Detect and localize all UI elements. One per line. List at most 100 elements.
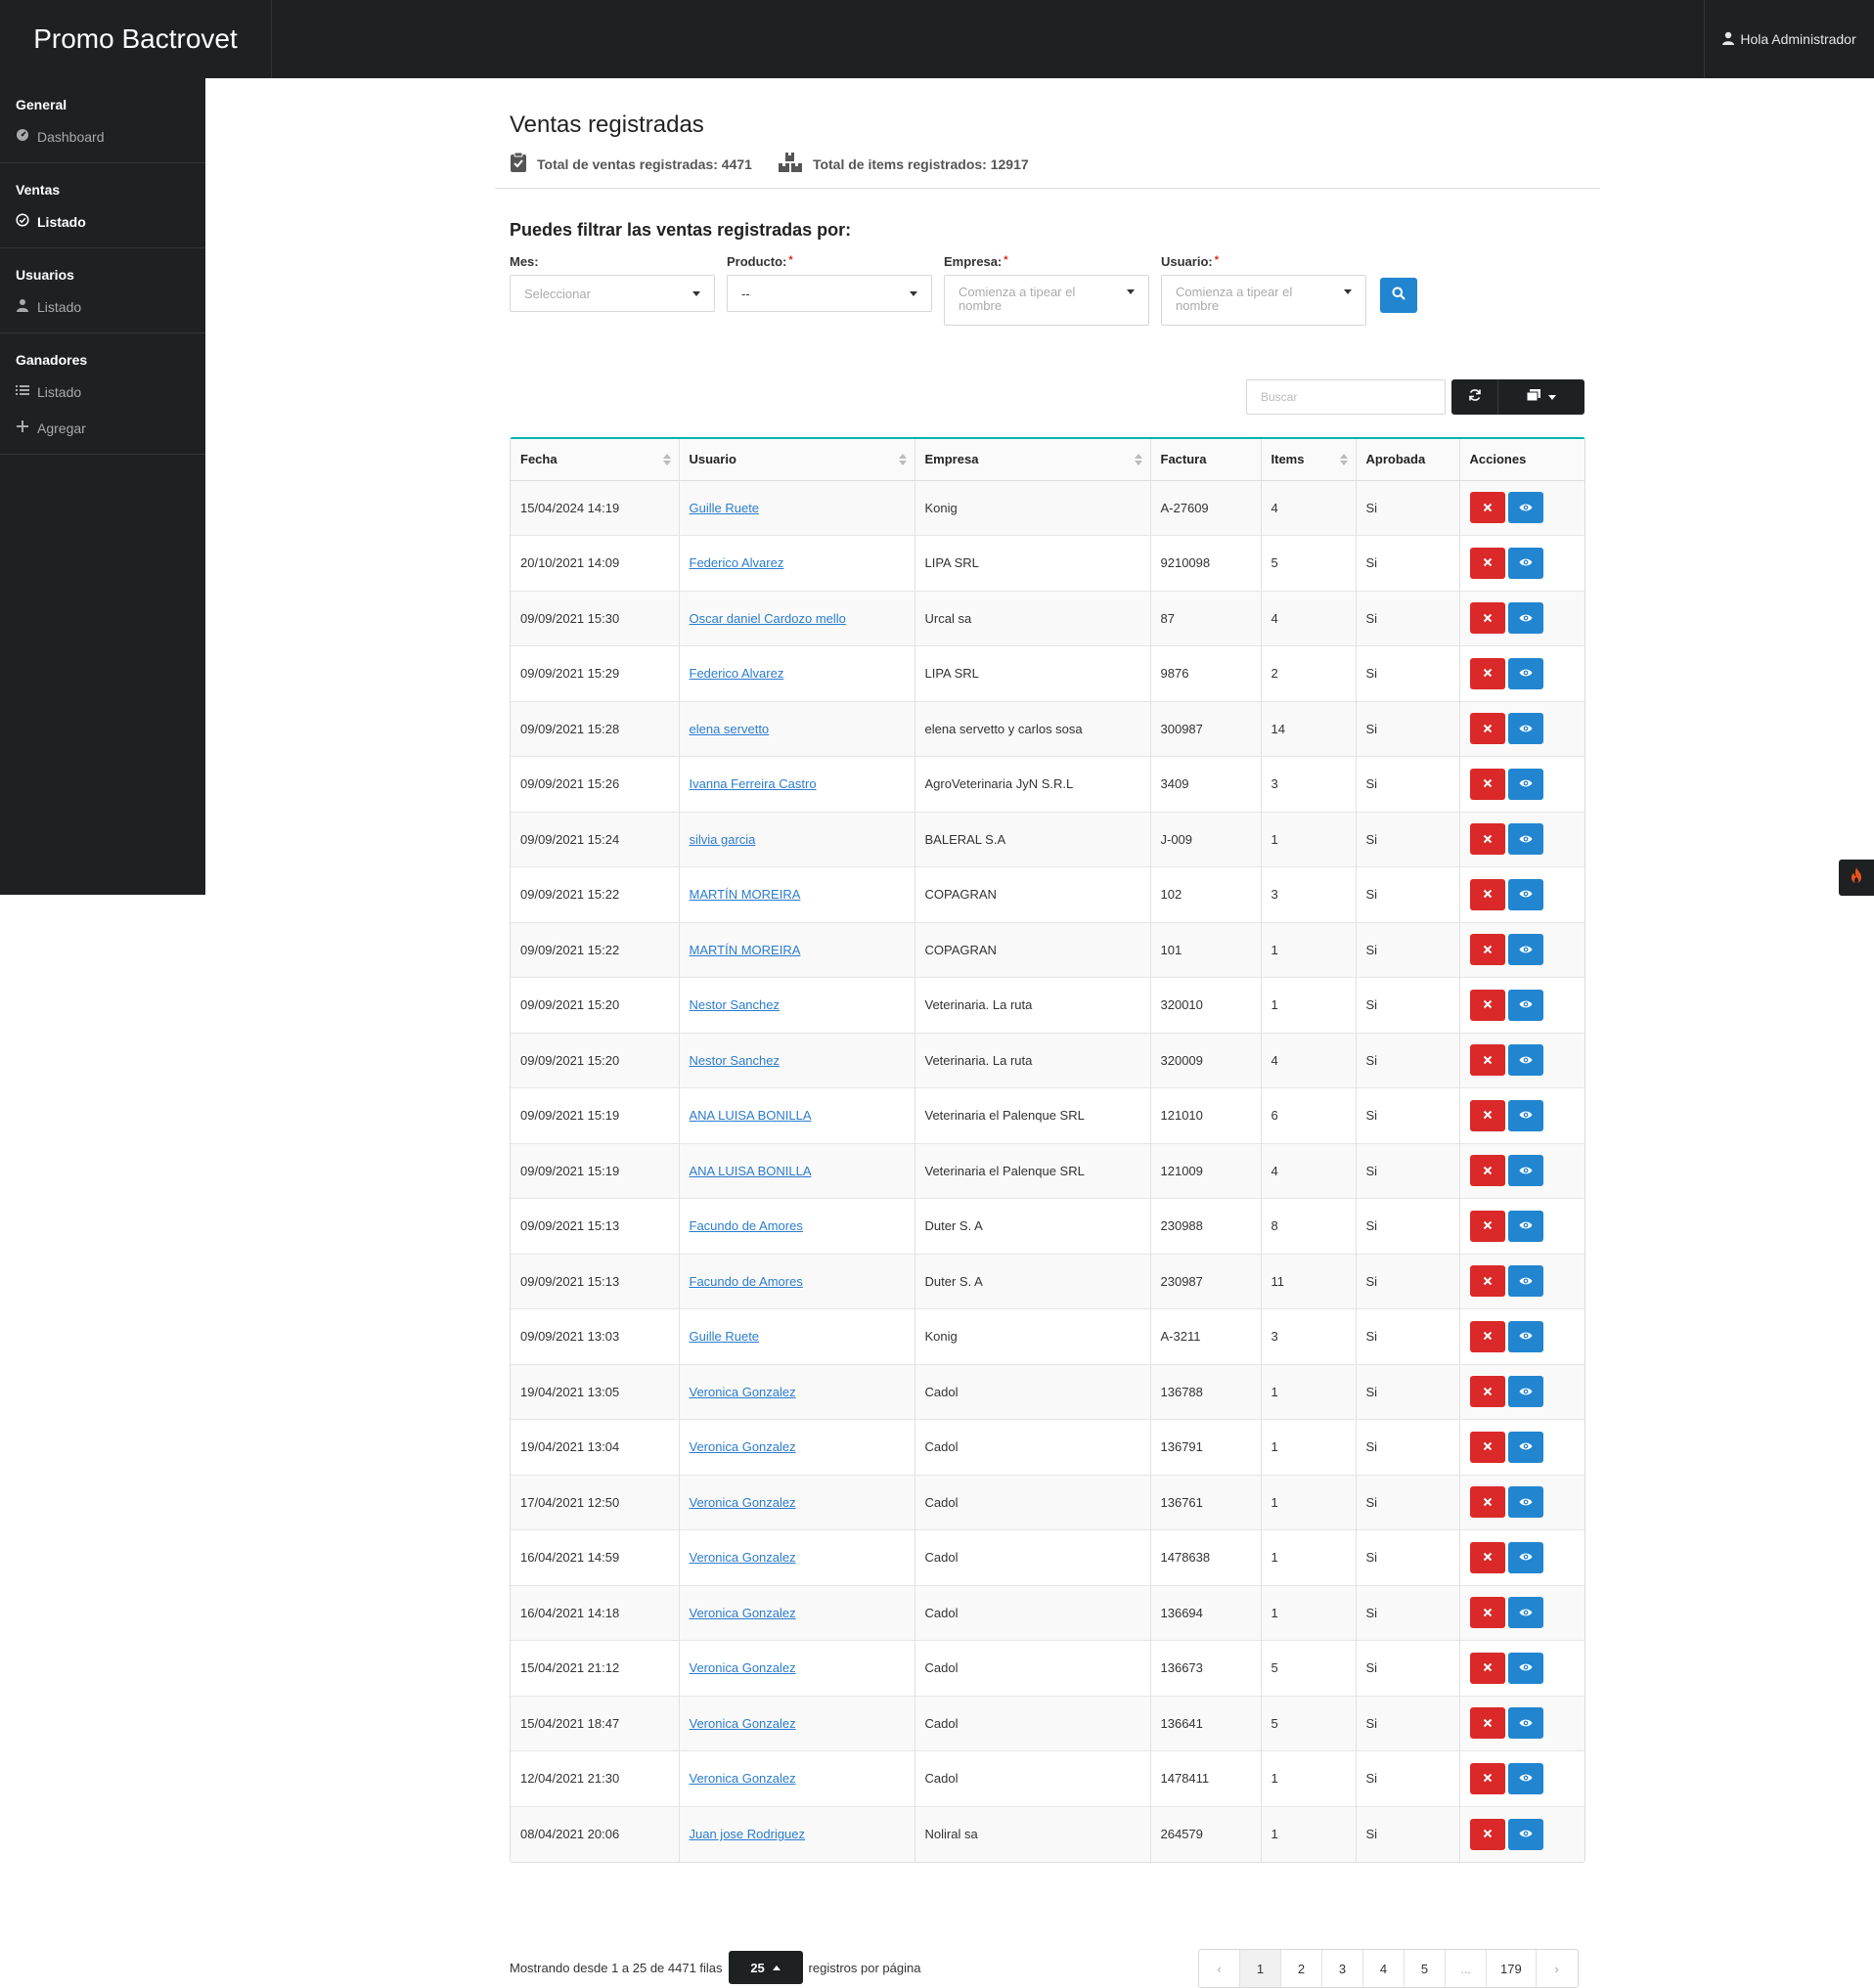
delete-button[interactable] (1469, 1376, 1505, 1408)
usuario-link[interactable]: MARTÍN MOREIRA (690, 887, 801, 902)
usuario-link[interactable]: elena servetto (690, 722, 770, 736)
refresh-button[interactable] (1451, 379, 1498, 415)
usuario-link[interactable]: Nestor Sanchez (690, 1053, 781, 1068)
view-button[interactable] (1507, 547, 1543, 579)
delete-button[interactable] (1469, 1652, 1505, 1684)
prev-page-button[interactable]: ‹ (1199, 1950, 1240, 1987)
per-page-dropdown[interactable]: 25 (728, 1951, 803, 1984)
delete-button[interactable] (1469, 1155, 1505, 1187)
delete-button[interactable] (1469, 492, 1505, 524)
view-button[interactable] (1507, 492, 1543, 524)
usuario-link[interactable]: Nestor Sanchez (690, 997, 781, 1012)
view-button[interactable] (1507, 1265, 1543, 1298)
view-button[interactable] (1507, 1210, 1543, 1242)
usuario-link[interactable]: Facundo de Amores (690, 1274, 803, 1289)
page-button[interactable]: 2 (1281, 1950, 1322, 1987)
delete-button[interactable] (1469, 1762, 1505, 1794)
delete-button[interactable] (1469, 1320, 1505, 1352)
sidebar-item-ganadores-agregar[interactable]: Agregar (0, 410, 205, 446)
filter-search-button[interactable] (1380, 278, 1417, 313)
view-button[interactable] (1507, 1044, 1543, 1077)
delete-button[interactable] (1469, 1431, 1505, 1463)
usuario-link[interactable]: Ivanna Ferreira Castro (690, 776, 817, 791)
usuario-link[interactable]: ANA LUISA BONILLA (690, 1164, 812, 1178)
usuario-link[interactable]: Veronica Gonzalez (690, 1606, 796, 1620)
delete-button[interactable] (1469, 547, 1505, 579)
view-button[interactable] (1507, 1431, 1543, 1463)
brand-logo[interactable]: Promo Bactrovet (0, 0, 272, 78)
usuario-autocomplete[interactable]: Comienza a tipear el nombre (1161, 275, 1366, 326)
columns-toggle-button[interactable] (1498, 379, 1584, 415)
usuario-link[interactable]: Veronica Gonzalez (690, 1495, 796, 1510)
page-button[interactable]: 4 (1363, 1950, 1405, 1987)
page-button[interactable]: 5 (1405, 1950, 1446, 1987)
delete-button[interactable] (1469, 1597, 1505, 1629)
usuario-link[interactable]: Facundo de Amores (690, 1218, 803, 1233)
usuario-link[interactable]: Federico Alvarez (690, 666, 784, 681)
view-button[interactable] (1507, 768, 1543, 800)
page-button[interactable]: 179 (1487, 1950, 1537, 1987)
usuario-link[interactable]: Guille Ruete (690, 501, 760, 515)
view-button[interactable] (1507, 1762, 1543, 1794)
view-button[interactable] (1507, 1376, 1543, 1408)
delete-button[interactable] (1469, 878, 1505, 910)
sidebar-item-dashboard[interactable]: Dashboard (0, 118, 205, 155)
column-header-usuario[interactable]: Usuario (679, 439, 915, 481)
view-button[interactable] (1507, 1541, 1543, 1573)
floating-action-button[interactable] (1839, 860, 1874, 896)
delete-button[interactable] (1469, 989, 1505, 1021)
view-button[interactable] (1507, 1707, 1543, 1740)
delete-button[interactable] (1469, 1099, 1505, 1131)
delete-button[interactable] (1469, 823, 1505, 856)
usuario-link[interactable]: Veronica Gonzalez (690, 1660, 796, 1675)
view-button[interactable] (1507, 1099, 1543, 1131)
view-button[interactable] (1507, 1155, 1543, 1187)
column-header-empresa[interactable]: Empresa (915, 439, 1151, 481)
mes-select[interactable]: Seleccionar (510, 275, 715, 312)
view-button[interactable] (1507, 602, 1543, 635)
delete-button[interactable] (1469, 1044, 1505, 1077)
usuario-link[interactable]: Juan jose Rodriguez (690, 1827, 806, 1841)
column-header-fecha[interactable]: Fecha (511, 439, 680, 481)
delete-button[interactable] (1469, 768, 1505, 800)
view-button[interactable] (1507, 713, 1543, 745)
view-button[interactable] (1507, 934, 1543, 966)
usuario-link[interactable]: Veronica Gonzalez (690, 1385, 796, 1399)
delete-button[interactable] (1469, 657, 1505, 689)
page-button[interactable]: 1 (1240, 1950, 1281, 1987)
delete-button[interactable] (1469, 1818, 1505, 1850)
usuario-link[interactable]: Oscar daniel Cardozo mello (690, 611, 846, 626)
view-button[interactable] (1507, 1597, 1543, 1629)
usuario-link[interactable]: MARTÍN MOREIRA (690, 943, 801, 957)
table-search-input[interactable]: Buscar (1246, 379, 1446, 415)
usuario-link[interactable]: Guille Ruete (690, 1329, 760, 1344)
usuario-link[interactable]: ANA LUISA BONILLA (690, 1108, 812, 1123)
sidebar-item-ganadores-listado[interactable]: Listado (0, 374, 205, 410)
delete-button[interactable] (1469, 1541, 1505, 1573)
usuario-link[interactable]: silvia garcia (690, 832, 756, 847)
view-button[interactable] (1507, 1818, 1543, 1850)
view-button[interactable] (1507, 823, 1543, 856)
empresa-autocomplete[interactable]: Comienza a tipear el nombre (944, 275, 1149, 326)
view-button[interactable] (1507, 657, 1543, 689)
delete-button[interactable] (1469, 713, 1505, 745)
sidebar-item-ventas-listado[interactable]: Listado (0, 203, 205, 240)
view-button[interactable] (1507, 1486, 1543, 1519)
column-header-items[interactable]: Items (1261, 439, 1357, 481)
delete-button[interactable] (1469, 602, 1505, 635)
view-button[interactable] (1507, 1320, 1543, 1352)
delete-button[interactable] (1469, 1265, 1505, 1298)
usuario-link[interactable]: Federico Alvarez (690, 555, 784, 570)
view-button[interactable] (1507, 1652, 1543, 1684)
usuario-link[interactable]: Veronica Gonzalez (690, 1550, 796, 1565)
delete-button[interactable] (1469, 1210, 1505, 1242)
user-menu[interactable]: Hola Administrador (1704, 0, 1874, 78)
delete-button[interactable] (1469, 1486, 1505, 1519)
delete-button[interactable] (1469, 1707, 1505, 1740)
producto-select[interactable]: -- (727, 275, 932, 312)
usuario-link[interactable]: Veronica Gonzalez (690, 1716, 796, 1731)
usuario-link[interactable]: Veronica Gonzalez (690, 1771, 796, 1786)
page-button[interactable]: 3 (1322, 1950, 1363, 1987)
delete-button[interactable] (1469, 934, 1505, 966)
view-button[interactable] (1507, 989, 1543, 1021)
